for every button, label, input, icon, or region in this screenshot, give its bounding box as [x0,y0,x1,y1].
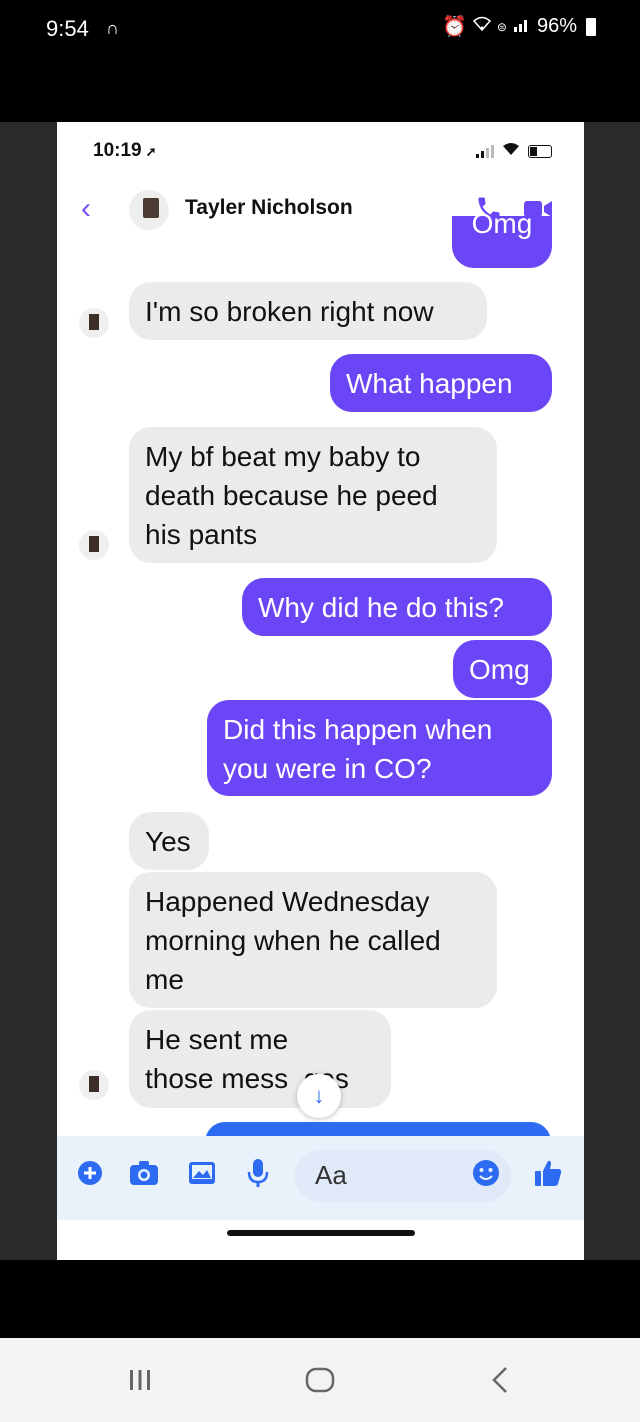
message-incoming[interactable]: I'm so broken right now [129,282,487,340]
emoji-icon[interactable] [471,1158,501,1188]
ios-signal-icon [476,144,494,158]
message-incoming[interactable]: He sent me those mess ges [129,1010,391,1108]
right-border [584,122,640,1260]
alarm-icon: ⏰ [442,16,467,38]
ios-home-indicator [227,1230,415,1236]
message-incoming[interactable]: Yes [129,812,209,870]
message-input-placeholder: Aa [315,1160,347,1190]
message-outgoing[interactable]: What happen [330,354,552,412]
microphone-icon[interactable] [243,1158,273,1188]
message-outgoing[interactable]: Omg [452,208,552,268]
message-incoming[interactable]: My bf beat my baby to death because he p… [129,427,497,563]
android-clock: 9:54 [46,16,89,41]
back-icon[interactable] [480,1364,520,1396]
android-status-icons: ⏰ ⊜ 96% [442,14,596,39]
wifi-icon [472,15,491,38]
arrow-down-icon: ↓ [313,1083,325,1108]
contact-avatar[interactable] [129,190,169,230]
bottom-black-band [0,1260,640,1338]
message-outgoing[interactable]: Did this happen when you were in CO? [207,700,552,796]
android-nav-bar [0,1338,640,1422]
gallery-icon[interactable] [187,1158,217,1188]
ios-status-icons [476,142,552,160]
camera-icon[interactable] [129,1158,159,1188]
location-arrow-icon: ➚ [145,144,157,159]
volte-icon: ⊜ [496,19,507,34]
message-incoming[interactable]: Happened Wednesday morning when he calle… [129,872,497,1008]
scroll-to-bottom-button[interactable]: ↓ [297,1074,341,1118]
headphone-icon: ∩ [106,18,119,38]
recent-apps-icon[interactable] [120,1364,160,1396]
thumbs-up-icon[interactable] [533,1158,563,1188]
back-chevron-icon[interactable]: ‹ [81,192,91,226]
contact-name[interactable]: Tayler Nicholson [185,196,353,220]
left-border [0,122,57,1260]
ios-wifi-icon [502,142,520,160]
sender-avatar [79,530,109,560]
battery-icon [586,17,596,36]
cell-signal-icon [513,15,531,38]
home-icon[interactable] [300,1364,340,1396]
battery-percent: 96% [536,15,577,37]
message-outgoing[interactable]: Omg [453,640,552,698]
message-outgoing[interactable]: Why did he do this? [242,578,552,636]
sender-avatar [79,1070,109,1100]
android-status-bar: 9:54 ∩ ⏰ ⊜ 96% [0,0,640,122]
ios-battery-icon [528,144,552,158]
ios-clock: 10:19 ➚ [93,140,157,161]
sender-avatar [79,308,109,338]
ios-status-bar: 10:19 ➚ [57,122,584,182]
plus-icon[interactable] [75,1158,105,1188]
composer-bar: Aa [57,1136,584,1220]
messenger-screenshot: 10:19 ➚ ‹ Tayler Nicholson Omg I'm so bro… [57,122,584,1260]
